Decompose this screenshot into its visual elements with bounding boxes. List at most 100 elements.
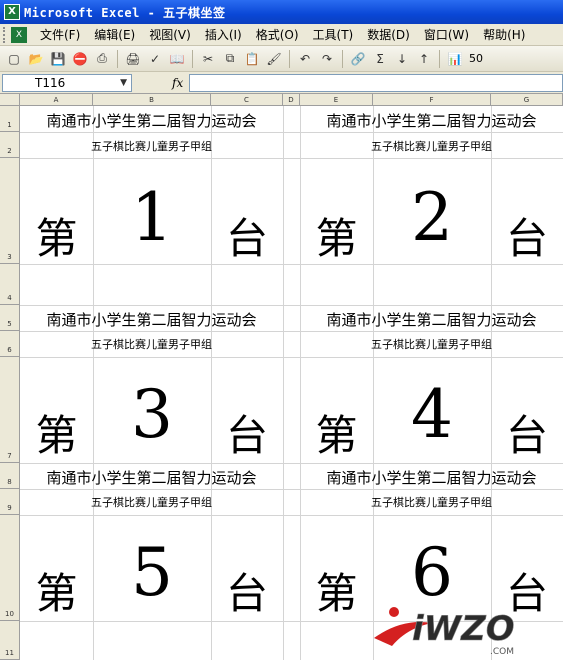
di-cell[interactable]: 第 [300,205,373,266]
col-header-c[interactable]: C [211,94,283,106]
row-header-9[interactable]: 9 [0,489,20,515]
table-number-cell[interactable]: 2 [373,185,491,251]
menu-data[interactable]: 数据(D) [360,26,417,43]
school-title-cell[interactable]: 南通市小学生第二届智力运动会 [20,467,283,488]
gridline [283,106,284,660]
di-cell[interactable]: 第 [20,560,93,621]
row-header-6[interactable]: 6 [0,331,20,357]
menu-help[interactable]: 帮助(H) [476,26,532,43]
watermark-sub-text: .COM [490,647,514,657]
menu-insert[interactable]: 插入(I) [198,26,249,43]
name-box[interactable]: T116 ▼ [2,73,132,92]
group-cell[interactable]: 五子棋比赛儿童男子甲组 [20,336,283,352]
autosum-icon[interactable]: Σ [370,49,390,69]
window-title: Microsoft Excel - 五子棋坐签 [24,5,226,20]
gridline [20,489,563,490]
menu-edit[interactable]: 编辑(E) [87,26,142,43]
name-box-value: T116 [35,75,66,90]
row-header-3[interactable]: 3 [0,158,20,264]
permission-icon[interactable]: ⛔ [70,49,90,69]
table-number-cell[interactable]: 3 [93,382,211,448]
row-header-2[interactable]: 2 [0,132,20,158]
copy-icon[interactable]: ⧉ [220,49,240,69]
col-header-b[interactable]: B [93,94,211,106]
col-header-f[interactable]: F [373,94,491,106]
spelling-icon[interactable]: ✓ [145,49,165,69]
di-cell[interactable]: 第 [300,560,373,621]
table-number-cell[interactable]: 5 [93,540,211,606]
menu-bar: X 文件(F) 编辑(E) 视图(V) 插入(I) 格式(O) 工具(T) 数据… [0,24,563,46]
school-title-cell[interactable]: 南通市小学生第二届智力运动会 [300,110,563,131]
di-cell[interactable]: 第 [20,402,93,463]
group-cell[interactable]: 五子棋比赛儿童男子甲组 [20,494,283,510]
sort-descending-icon[interactable]: ↑ [414,49,434,69]
row-header-5[interactable]: 5 [0,305,20,331]
group-cell[interactable]: 五子棋比赛儿童男子甲组 [300,336,563,352]
menu-file[interactable]: 文件(F) [33,26,87,43]
col-header-a[interactable]: A [20,94,93,106]
col-header-d[interactable]: D [283,94,300,106]
row-header-7[interactable]: 7 [0,357,20,463]
redo-icon[interactable]: ↷ [317,49,337,69]
row-header-1[interactable]: 1 [0,106,20,132]
row-header-8[interactable]: 8 [0,463,20,489]
print-preview-icon[interactable]: 🖨 [123,49,143,69]
workbook-icon[interactable]: X [11,26,27,43]
group-cell[interactable]: 五子棋比赛儿童男子甲组 [300,138,563,154]
row-header-4[interactable]: 4 [0,264,20,305]
school-title-cell[interactable]: 南通市小学生第二届智力运动会 [300,467,563,488]
hyperlink-icon[interactable]: 🔗 [348,49,368,69]
sort-ascending-icon[interactable]: ↓ [392,49,412,69]
menu-grip[interactable] [3,26,9,43]
school-title-cell[interactable]: 南通市小学生第二届智力运动会 [20,309,283,330]
table-number-cell[interactable]: 4 [373,382,491,448]
tai-cell[interactable]: 台 [491,402,563,463]
chart-wizard-icon[interactable]: 📊 [445,49,465,69]
tai-cell[interactable]: 台 [211,560,283,621]
format-painter-icon[interactable]: 🖌 [264,49,284,69]
tai-cell[interactable]: 台 [211,402,283,463]
toolbar-separator [289,49,290,68]
tai-cell[interactable]: 台 [211,205,283,266]
gridline [20,264,563,265]
toolbar-separator [192,49,193,68]
toolbar-separator [342,49,343,68]
select-all-corner[interactable] [0,94,20,106]
table-number-cell[interactable]: 1 [93,185,211,251]
toolbar-separator [117,49,118,68]
menu-tools[interactable]: 工具(T) [306,26,361,43]
gridline [20,331,563,332]
table-number-cell[interactable]: 6 [373,540,491,606]
menu-window[interactable]: 窗口(W) [417,26,476,43]
excel-app-icon[interactable]: X [4,4,20,20]
fx-icon[interactable]: fx [172,76,183,90]
col-header-e[interactable]: E [300,94,373,106]
menu-view[interactable]: 视图(V) [142,26,198,43]
formula-input[interactable] [189,73,563,92]
formula-bar: T116 ▼ fx [0,72,563,94]
research-icon[interactable]: 📖 [167,49,187,69]
chevron-down-icon[interactable]: ▼ [120,78,127,88]
tai-cell[interactable]: 台 [491,205,563,266]
iwzo-watermark-logo: iWZO .COM [374,607,515,657]
school-title-cell[interactable]: 南通市小学生第二届智力运动会 [20,110,283,131]
gridline [20,305,563,306]
new-icon[interactable]: ▢ [4,49,24,69]
gridline [20,463,563,464]
di-cell[interactable]: 第 [20,205,93,266]
zoom-box[interactable]: 50 [469,52,483,65]
col-header-g[interactable]: G [491,94,563,106]
cut-icon[interactable]: ✂ [198,49,218,69]
undo-icon[interactable]: ↶ [295,49,315,69]
save-icon[interactable]: 💾 [48,49,68,69]
print-icon[interactable]: ⎙ [92,49,112,69]
paste-icon[interactable]: 📋 [242,49,262,69]
open-icon[interactable]: 📂 [26,49,46,69]
school-title-cell[interactable]: 南通市小学生第二届智力运动会 [300,309,563,330]
row-header-10[interactable]: 10 [0,515,20,621]
menu-format[interactable]: 格式(O) [249,26,306,43]
group-cell[interactable]: 五子棋比赛儿童男子甲组 [300,494,563,510]
di-cell[interactable]: 第 [300,402,373,463]
row-header-11[interactable]: 11 [0,621,20,660]
group-cell[interactable]: 五子棋比赛儿童男子甲组 [20,138,283,154]
